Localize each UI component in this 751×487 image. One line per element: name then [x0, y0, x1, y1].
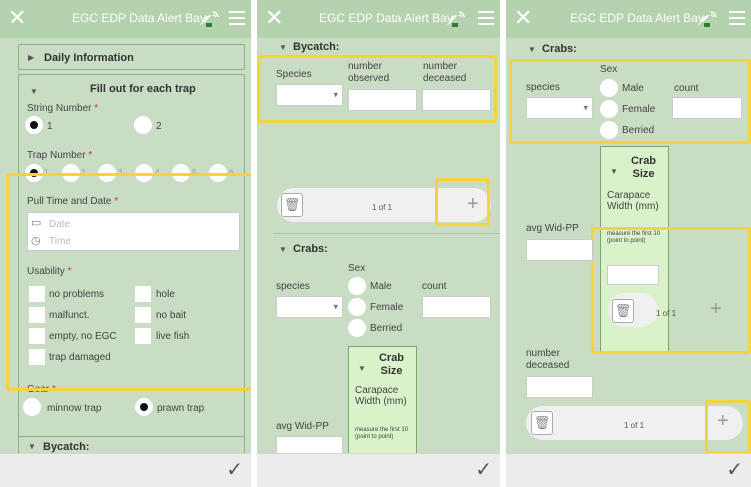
app-title: EGC EDP Data Alert Bay: [72, 11, 206, 25]
collapse-arrow-icon[interactable]: ▼: [279, 43, 287, 52]
footer-bar: ✓: [257, 453, 500, 487]
footer-bar: ✓: [0, 453, 251, 487]
app-header: ✕ EGC EDP Data Alert Bay: [257, 0, 500, 38]
gear-radio-prawn[interactable]: [135, 398, 153, 416]
crab-size-title: Crab Size: [378, 352, 405, 377]
number-deceased-label: number deceased: [526, 348, 570, 371]
checkmark-icon[interactable]: ✓: [226, 457, 243, 482]
sex-label: Sex: [348, 263, 366, 274]
panel-trap-form: ✕ EGC EDP Data Alert Bay ▶ Daily Informa…: [0, 0, 251, 487]
species-label: species: [276, 281, 310, 292]
daily-information-label: Daily Information: [44, 52, 134, 64]
highlight-box: [509, 59, 751, 144]
checkmark-icon[interactable]: ✓: [475, 457, 492, 482]
avg-width-label: avg Wid-PP: [526, 223, 579, 234]
highlight-box: [591, 227, 751, 354]
trap-number-label: Trap Number *: [27, 150, 93, 161]
pager-label: 1 of 1: [372, 203, 393, 212]
section-title: Fill out for each trap: [90, 83, 196, 95]
trash-icon[interactable]: 🗑: [531, 411, 553, 435]
daily-information-header[interactable]: ▶ Daily Information: [18, 44, 245, 70]
checkmark-icon[interactable]: ✓: [726, 457, 743, 482]
footer-bar: ✓: [506, 453, 751, 487]
hamburger-menu-icon[interactable]: [478, 11, 494, 25]
sex-option-label: Berried: [370, 323, 403, 334]
close-icon[interactable]: ✕: [8, 6, 26, 30]
satellite-dish-icon[interactable]: [699, 9, 719, 29]
app-header: ✕ EGC EDP Data Alert Bay: [0, 0, 251, 38]
close-icon[interactable]: ✕: [514, 6, 532, 30]
app-title: EGC EDP Data Alert Bay: [319, 11, 453, 25]
string-radio-1[interactable]: [25, 116, 43, 134]
highlight-box: [435, 178, 490, 226]
collapse-arrow-icon[interactable]: ▼: [30, 87, 38, 96]
sex-radio-male[interactable]: [348, 277, 366, 295]
expand-arrow-icon: ▶: [28, 53, 35, 62]
collapse-arrow-icon[interactable]: ▼: [528, 45, 536, 54]
string-number-label: String Number *: [27, 103, 99, 114]
collapse-arrow-icon[interactable]: ▼: [358, 364, 366, 373]
divider: [273, 233, 500, 234]
collapse-arrow-icon[interactable]: ▼: [279, 245, 287, 254]
string-option-label: 1: [47, 121, 53, 132]
gear-radio-minnow[interactable]: [23, 398, 41, 416]
panel-bycatch: ✕ EGC EDP Data Alert Bay ▼ Bycatch: Spec…: [257, 0, 500, 487]
count-input[interactable]: [422, 296, 491, 318]
crab-size-title: Crab Size: [630, 155, 657, 180]
pager-label: 1 of 1: [624, 421, 645, 430]
chevron-down-icon: ▾: [333, 301, 338, 312]
carapace-width-label: Carapace Width (mm): [607, 190, 659, 212]
sex-radio-berried[interactable]: [348, 319, 366, 337]
satellite-dish-icon[interactable]: [447, 9, 467, 29]
crab-size-card: ▼ Crab Size Carapace Width (mm) measure …: [348, 346, 417, 456]
avg-width-label: avg Wid-PP: [276, 421, 329, 432]
string-radio-2[interactable]: [134, 116, 152, 134]
highlight-box: [705, 400, 751, 454]
close-icon[interactable]: ✕: [265, 6, 283, 30]
highlight-box: [6, 173, 251, 391]
collapse-arrow-icon[interactable]: ▼: [610, 167, 618, 176]
avg-width-input[interactable]: [526, 239, 593, 261]
species-select[interactable]: ▾: [276, 296, 343, 318]
string-option-label: 2: [156, 121, 162, 132]
highlight-box: [257, 55, 497, 123]
sex-option-label: Male: [370, 281, 392, 292]
carapace-width-label: Carapace Width (mm): [355, 385, 407, 407]
app-title: EGC EDP Data Alert Bay: [570, 11, 704, 25]
crabs-title: Crabs:: [542, 43, 577, 55]
gear-option-label: prawn trap: [157, 403, 205, 414]
gear-option-label: minnow trap: [47, 403, 102, 414]
app-header: ✕ EGC EDP Data Alert Bay: [506, 0, 751, 38]
sex-option-label: Female: [370, 302, 404, 313]
satellite-dish-icon[interactable]: [201, 9, 221, 29]
bycatch-title: Bycatch:: [293, 41, 340, 53]
bycatch-label: Bycatch:: [43, 441, 90, 453]
crabs-title: Crabs:: [293, 243, 328, 255]
count-label: count: [422, 281, 447, 292]
bycatch-header[interactable]: ▼ Bycatch:: [18, 436, 245, 454]
collapse-arrow-icon: ▼: [28, 442, 36, 451]
hamburger-menu-icon[interactable]: [729, 11, 745, 25]
measure-hint: measure the first 10 (point to point): [355, 427, 409, 440]
hamburger-menu-icon[interactable]: [229, 11, 245, 25]
number-deceased-input[interactable]: [526, 376, 593, 398]
panel-crabs: ✕ EGC EDP Data Alert Bay ▼ Crabs: Sex sp…: [506, 0, 751, 487]
trash-icon[interactable]: 🗑: [281, 193, 303, 217]
sex-radio-female[interactable]: [348, 298, 366, 316]
